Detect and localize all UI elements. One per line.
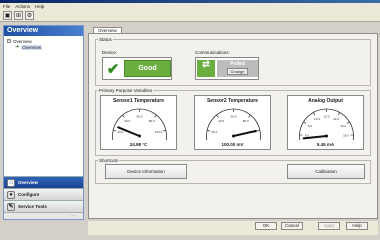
device-information-button[interactable]: Device Information xyxy=(105,164,187,179)
toolbar: ▣ ⊞ ⚙ xyxy=(0,10,380,22)
service-tools-icon: ✎ xyxy=(7,202,15,211)
gauge-tick-label: 20.0 xyxy=(212,130,218,134)
collapse-icon[interactable]: − xyxy=(7,39,11,43)
ok-button[interactable]: OK xyxy=(255,222,277,230)
gauge-tick-label: 80.0 xyxy=(243,119,249,123)
gauge-tick xyxy=(346,121,350,124)
tree-root-label: Overview xyxy=(13,38,32,44)
panel-grip-icon[interactable]: ⋯ xyxy=(4,212,83,219)
gauge-tick xyxy=(248,114,251,118)
gauge-tick-label: 100.0 xyxy=(155,130,163,134)
gauge-tick xyxy=(337,112,340,116)
gauge-dial: 0.020.040.060.080.0100.0120.0 xyxy=(206,108,261,140)
gauge-reading: 24.98 °C xyxy=(129,142,148,147)
gauge-tick-label: 8.0 xyxy=(308,124,313,128)
gauge-tick xyxy=(303,121,307,124)
tree-item-overview[interactable]: ➜ Overview xyxy=(7,44,80,50)
gauge-tick-label: 18.0 xyxy=(343,133,349,137)
device-tree: − Overview ➜ Overview xyxy=(4,36,83,52)
nav-service-tools-label: Service Tools xyxy=(18,204,47,209)
gauge-hub xyxy=(232,134,235,138)
gauge-reading: 5.45 mA xyxy=(316,142,335,147)
menu-actions[interactable]: Actions xyxy=(15,3,30,10)
device-label: Device: xyxy=(102,50,118,55)
gauge-hub xyxy=(325,134,328,138)
gauge-hub xyxy=(138,134,141,138)
shortcuts-group-label: Shortcuts xyxy=(98,158,120,163)
comm-status-value: Polled xyxy=(229,61,245,67)
gauge-dial: 4.06.08.010.012.014.016.018.020.0 xyxy=(299,108,354,140)
panel-header: Overview xyxy=(4,26,83,36)
gauge-tick xyxy=(216,114,219,118)
tree-child-label: Overview xyxy=(21,44,42,50)
device-icon[interactable]: ▣ xyxy=(3,11,12,20)
gauge-tick-label: 80.0 xyxy=(149,119,155,123)
checkmark-icon: ✔ xyxy=(106,60,120,78)
navigation-panel: Overview − Overview ➜ Overview ⌂ Overvie… xyxy=(3,25,84,220)
gauge-tick-label: 12.0 xyxy=(324,115,330,119)
menu-file[interactable]: File xyxy=(3,3,10,10)
gauge-tick-label: 20.0 xyxy=(118,130,124,134)
settings-icon[interactable]: ⚙ xyxy=(25,11,34,20)
gauge-tick xyxy=(313,112,316,116)
device-status: ✔ Good xyxy=(102,57,172,80)
gauge-tick xyxy=(154,114,157,118)
menu-bar: File Actions Help xyxy=(0,3,380,10)
comm-status: ⇄ Polled Change xyxy=(195,57,259,80)
gauge-reading: 100.00 mV xyxy=(221,142,244,147)
nav-configure[interactable]: ● Configure xyxy=(4,188,83,200)
gauge-tick xyxy=(162,130,166,132)
comm-label: Communications: xyxy=(195,50,230,55)
gauge-sensor2: Sensor2 Temperature 0.020.040.060.080.01… xyxy=(194,95,271,150)
menu-help[interactable]: Help xyxy=(35,3,44,10)
gauge-tick-label: 40.0 xyxy=(124,119,130,123)
status-group-label: Status xyxy=(98,37,113,42)
gauge-tick-label: 6.0 xyxy=(305,133,310,137)
gauge-tick-label: 14.0 xyxy=(333,117,339,121)
dialog-footer: OK Cancel Apply Help xyxy=(88,221,378,235)
variables-group-label: Primary Purpose Variables xyxy=(98,88,154,93)
nav-service-tools[interactable]: ✎ Service Tools xyxy=(4,200,83,212)
overview-icon: ⌂ xyxy=(7,178,15,187)
exchange-arrows-icon: ⇄ xyxy=(197,60,215,77)
change-button[interactable]: Change xyxy=(227,68,248,75)
gauge-dial: 0.020.040.060.080.0100.0120.0 xyxy=(112,108,167,140)
cancel-button[interactable]: Cancel xyxy=(281,222,303,230)
apply-button[interactable]: Apply xyxy=(318,222,340,230)
arrow-icon: ➜ xyxy=(15,44,20,50)
help-button[interactable]: Help xyxy=(346,222,368,230)
nav-configure-label: Configure xyxy=(18,192,40,197)
device-status-value: Good xyxy=(124,60,171,77)
nav-overview[interactable]: ⌂ Overview xyxy=(4,176,83,188)
gauge-tick xyxy=(122,114,125,118)
comm-status-panel: Polled Change xyxy=(217,60,258,77)
gauge-tick-label: 60.0 xyxy=(231,115,237,119)
gauge-analog-output: Analog Output 4.06.08.010.012.014.016.01… xyxy=(287,95,364,150)
gauge-sensor1: Sensor1 Temperature 0.020.040.060.080.01… xyxy=(100,95,177,150)
gauge-tick xyxy=(113,130,117,132)
nav-overview-label: Overview xyxy=(18,180,39,185)
configure-icon: ● xyxy=(7,190,15,199)
gauge-tick-label: 10.0 xyxy=(314,117,320,121)
network-icon[interactable]: ⊞ xyxy=(14,11,23,20)
nav-buttons: ⌂ Overview ● Configure ✎ Service Tools ⋯ xyxy=(4,176,83,219)
gauge-tick xyxy=(207,130,211,132)
gauge-tick-label: 60.0 xyxy=(137,115,143,119)
calibration-button[interactable]: Calibration xyxy=(287,164,365,179)
main-content: Status Device: ✔ Good Communications: ⇄ … xyxy=(88,33,378,219)
gauge-tick-label: 16.0 xyxy=(340,124,346,128)
gauge-tick-label: 40.0 xyxy=(218,119,224,123)
gauge-tick xyxy=(256,130,260,132)
